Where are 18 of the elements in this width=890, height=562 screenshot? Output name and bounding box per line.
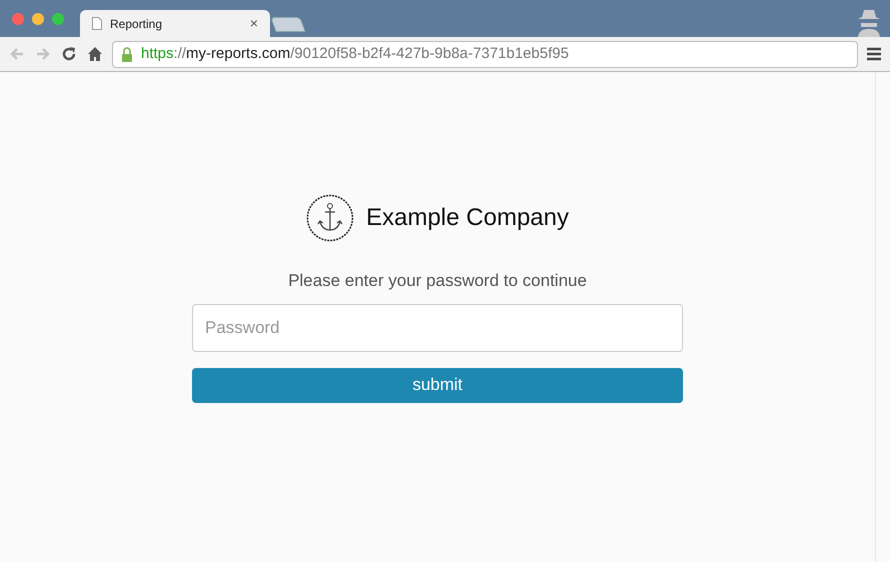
password-prompt: Please enter your password to continue bbox=[288, 270, 587, 292]
page-icon bbox=[92, 17, 102, 30]
window-control-icon[interactable] bbox=[12, 13, 24, 25]
home-icon[interactable] bbox=[86, 45, 104, 63]
submit-button[interactable]: submit bbox=[192, 368, 683, 402]
password-field[interactable]: Password bbox=[192, 304, 683, 352]
new-tab-button[interactable] bbox=[270, 17, 306, 32]
anchor-logo-icon bbox=[306, 194, 354, 242]
window-control-icon[interactable] bbox=[52, 13, 64, 25]
menu-icon[interactable] bbox=[866, 47, 882, 61]
close-button[interactable]: × bbox=[250, 13, 258, 34]
browser-tab[interactable]: Reporting × bbox=[80, 10, 270, 37]
window-control-icon[interactable] bbox=[32, 13, 44, 25]
address-bar[interactable]: https://my-reports.com/90120f58-b2f4-427b-9b8a-7371b1eb5f95 bbox=[112, 40, 858, 68]
company-name: Example Company bbox=[366, 203, 569, 233]
tab-title: Reporting bbox=[110, 16, 164, 32]
reload-icon[interactable] bbox=[60, 45, 78, 63]
url-text: https://my-reports.com/90120f58-b2f4-427b-9b8a-7371b1eb5f95 bbox=[141, 44, 569, 64]
